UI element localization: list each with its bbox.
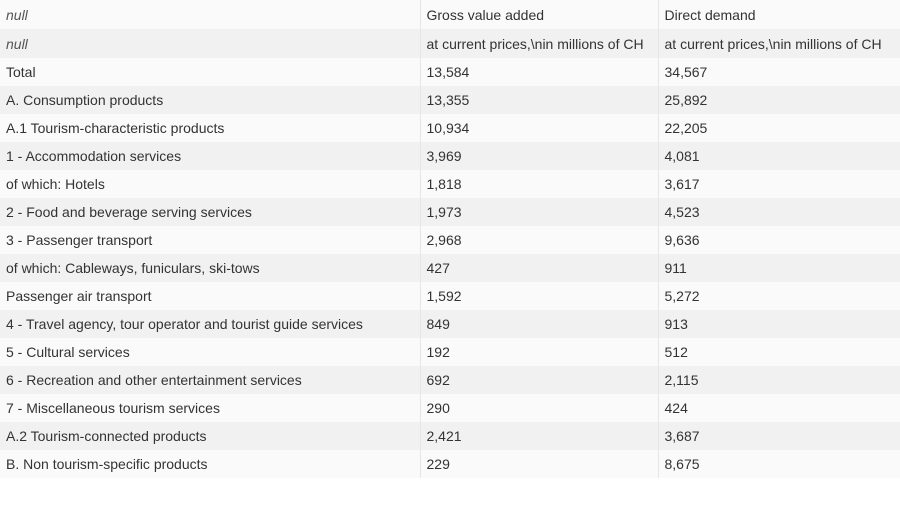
table-row: 4 - Travel agency, tour operator and tou… <box>0 310 900 338</box>
row-dd: 4,081 <box>658 142 900 170</box>
row-gva: 13,584 <box>420 58 658 86</box>
row-gva: 2,968 <box>420 226 658 254</box>
table-row: A.1 Tourism-characteristic products10,93… <box>0 114 900 142</box>
header-cell-null: null <box>0 0 420 29</box>
subheader-cell-dd: at current prices,\nin millions of CH <box>658 29 900 58</box>
table-row: A. Consumption products13,35525,892 <box>0 86 900 114</box>
row-dd: 2,115 <box>658 366 900 394</box>
row-label: 3 - Passenger transport <box>0 226 420 254</box>
row-dd: 512 <box>658 338 900 366</box>
row-label: 7 - Miscellaneous tourism services <box>0 394 420 422</box>
row-label: A. Consumption products <box>0 86 420 114</box>
row-label: Passenger air transport <box>0 282 420 310</box>
row-gva: 427 <box>420 254 658 282</box>
row-gva: 290 <box>420 394 658 422</box>
row-dd: 913 <box>658 310 900 338</box>
row-gva: 849 <box>420 310 658 338</box>
row-gva: 229 <box>420 450 658 478</box>
row-label: A.2 Tourism-connected products <box>0 422 420 450</box>
row-label: of which: Hotels <box>0 170 420 198</box>
row-dd: 25,892 <box>658 86 900 114</box>
row-dd: 3,687 <box>658 422 900 450</box>
row-dd: 911 <box>658 254 900 282</box>
row-gva: 692 <box>420 366 658 394</box>
table-row: of which: Cableways, funiculars, ski-tow… <box>0 254 900 282</box>
row-gva: 192 <box>420 338 658 366</box>
table-row: Passenger air transport1,5925,272 <box>0 282 900 310</box>
row-label: 1 - Accommodation services <box>0 142 420 170</box>
table-body: null Gross value added Direct demand nul… <box>0 0 900 478</box>
table-row: Total13,58434,567 <box>0 58 900 86</box>
row-gva: 13,355 <box>420 86 658 114</box>
header-cell-gva: Gross value added <box>420 0 658 29</box>
row-dd: 3,617 <box>658 170 900 198</box>
row-label: 6 - Recreation and other entertainment s… <box>0 366 420 394</box>
row-dd: 9,636 <box>658 226 900 254</box>
table-row: 1 - Accommodation services3,9694,081 <box>0 142 900 170</box>
table-row: B. Non tourism-specific products2298,675 <box>0 450 900 478</box>
row-dd: 5,272 <box>658 282 900 310</box>
row-dd: 22,205 <box>658 114 900 142</box>
header-row-2: null at current prices,\nin millions of … <box>0 29 900 58</box>
row-dd: 8,675 <box>658 450 900 478</box>
row-label: 5 - Cultural services <box>0 338 420 366</box>
row-dd: 34,567 <box>658 58 900 86</box>
subheader-cell-null: null <box>0 29 420 58</box>
row-label: of which: Cableways, funiculars, ski-tow… <box>0 254 420 282</box>
table-row: 3 - Passenger transport2,9689,636 <box>0 226 900 254</box>
row-gva: 10,934 <box>420 114 658 142</box>
table-row: of which: Hotels1,8183,617 <box>0 170 900 198</box>
row-label: A.1 Tourism-characteristic products <box>0 114 420 142</box>
row-dd: 424 <box>658 394 900 422</box>
row-label: 2 - Food and beverage serving services <box>0 198 420 226</box>
row-dd: 4,523 <box>658 198 900 226</box>
subheader-cell-gva: at current prices,\nin millions of CH <box>420 29 658 58</box>
row-gva: 1,818 <box>420 170 658 198</box>
row-gva: 2,421 <box>420 422 658 450</box>
row-label: B. Non tourism-specific products <box>0 450 420 478</box>
table-row: 7 - Miscellaneous tourism services290424 <box>0 394 900 422</box>
row-label: Total <box>0 58 420 86</box>
table-row: A.2 Tourism-connected products2,4213,687 <box>0 422 900 450</box>
row-label: 4 - Travel agency, tour operator and tou… <box>0 310 420 338</box>
table-row: 2 - Food and beverage serving services1,… <box>0 198 900 226</box>
header-row-1: null Gross value added Direct demand <box>0 0 900 29</box>
header-cell-dd: Direct demand <box>658 0 900 29</box>
table-row: 5 - Cultural services192512 <box>0 338 900 366</box>
data-table: null Gross value added Direct demand nul… <box>0 0 900 478</box>
row-gva: 3,969 <box>420 142 658 170</box>
row-gva: 1,973 <box>420 198 658 226</box>
row-gva: 1,592 <box>420 282 658 310</box>
table-row: 6 - Recreation and other entertainment s… <box>0 366 900 394</box>
